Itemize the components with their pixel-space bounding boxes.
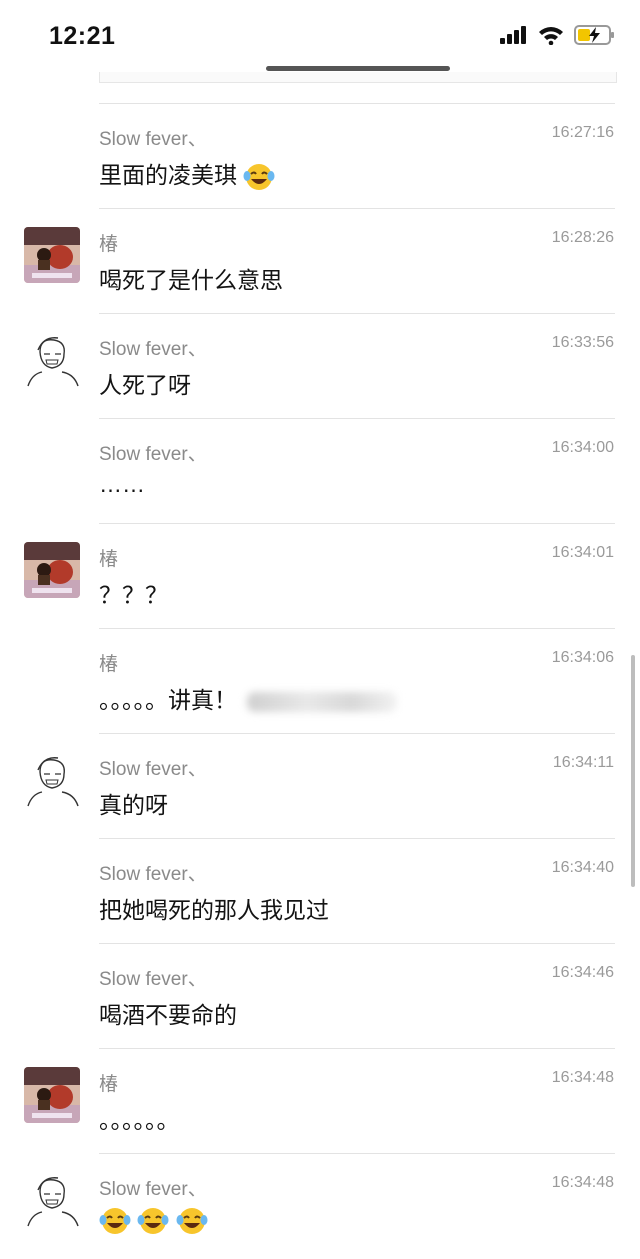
message-item[interactable]: Slow fever、 16:33:56 人死了呀 — [0, 314, 640, 419]
message-text: …… — [99, 471, 145, 497]
message-item[interactable]: Slow fever、 16:34:46 喝酒不要命的 — [0, 944, 640, 1049]
laughing-tears-emoji — [99, 1208, 131, 1234]
status-time: 12:21 — [49, 22, 116, 50]
avatar[interactable] — [24, 542, 80, 598]
message-time: 16:34:48 — [551, 1069, 614, 1086]
message-text: ？？？ — [99, 582, 168, 608]
message-text-wrap: 。。。。。讲真！ — [99, 681, 398, 715]
sender-name: Slow fever、 — [99, 1179, 207, 1200]
message-item[interactable]: 椿 16:34:06 。。。。。讲真！ — [0, 629, 640, 734]
message-text: 里面的凌美琪 — [99, 162, 237, 188]
sender-name: 椿 — [99, 234, 119, 255]
laughing-tears-emoji — [243, 163, 275, 190]
laughing-tears-emoji — [137, 1208, 169, 1234]
message-emoji-row — [99, 1206, 208, 1236]
message-time: 16:34:48 — [551, 1174, 614, 1191]
sender-name: 椿 — [99, 1074, 119, 1095]
message-time: 16:34:06 — [551, 649, 614, 666]
message-time: 16:34:01 — [551, 544, 614, 561]
avatar[interactable] — [24, 752, 80, 808]
message-time: 16:33:56 — [551, 334, 614, 351]
message-item[interactable]: 椿 16:34:01 ？？？ — [0, 524, 640, 629]
message-text: 。。。。。。 — [99, 1107, 180, 1133]
message-text: 把她喝死的那人我见过 — [99, 897, 329, 923]
blurred-text-patch — [247, 691, 398, 712]
sender-name: 椿 — [99, 654, 119, 675]
message-text-wrap: 里面的凌美琪 — [99, 156, 275, 192]
message-item[interactable]: Slow fever、 16:27:16 里面的凌美琪 — [0, 104, 640, 209]
sender-name: Slow fever、 — [99, 339, 207, 360]
message-text: 真的呀 — [99, 792, 168, 818]
message-item[interactable]: Slow fever、 16:34:11 真的呀 — [0, 734, 640, 839]
message-text: 喝酒不要命的 — [99, 1002, 237, 1028]
sender-name: Slow fever、 — [99, 864, 207, 885]
message-item[interactable]: Slow fever、 16:34:40 把她喝死的那人我见过 — [0, 839, 640, 944]
scroll-handle[interactable] — [266, 66, 450, 71]
message-time: 16:34:40 — [551, 859, 614, 876]
message-text: 。。。。。讲真！ — [99, 687, 237, 713]
sender-name: Slow fever、 — [99, 129, 207, 150]
message-text: 人死了呀 — [99, 372, 191, 398]
sender-name: Slow fever、 — [99, 444, 207, 465]
status-icons — [500, 24, 616, 46]
message-item[interactable]: 椿 16:28:26 喝死了是什么意思 — [0, 209, 640, 314]
avatar[interactable] — [24, 227, 80, 283]
message-time: 16:34:00 — [551, 439, 614, 456]
avatar[interactable] — [24, 1067, 80, 1123]
laughing-tears-emoji — [176, 1208, 208, 1234]
sender-name: Slow fever、 — [99, 759, 207, 780]
cellular-signal-icon — [500, 26, 526, 44]
message-item[interactable]: Slow fever、 16:34:00 …… — [0, 419, 640, 524]
message-time: 16:34:11 — [552, 754, 614, 771]
message-text: 喝死了是什么意思 — [99, 267, 283, 293]
wifi-icon — [539, 27, 563, 45]
message-time: 16:27:16 — [551, 124, 614, 141]
avatar[interactable] — [24, 332, 80, 388]
status-bar: 12:21 — [0, 0, 640, 72]
scrollbar[interactable] — [631, 655, 635, 887]
message-time: 16:28:26 — [551, 229, 614, 246]
message-item[interactable]: 椿 16:34:48 。。。。。。 — [0, 1049, 640, 1154]
battery-charging-icon — [574, 25, 614, 45]
message-time: 16:34:46 — [551, 964, 614, 981]
sender-name: 椿 — [99, 549, 119, 570]
avatar[interactable] — [24, 1172, 80, 1228]
sender-name: Slow fever、 — [99, 969, 207, 990]
message-item[interactable]: Slow fever、 16:34:48 — [0, 1154, 640, 1259]
